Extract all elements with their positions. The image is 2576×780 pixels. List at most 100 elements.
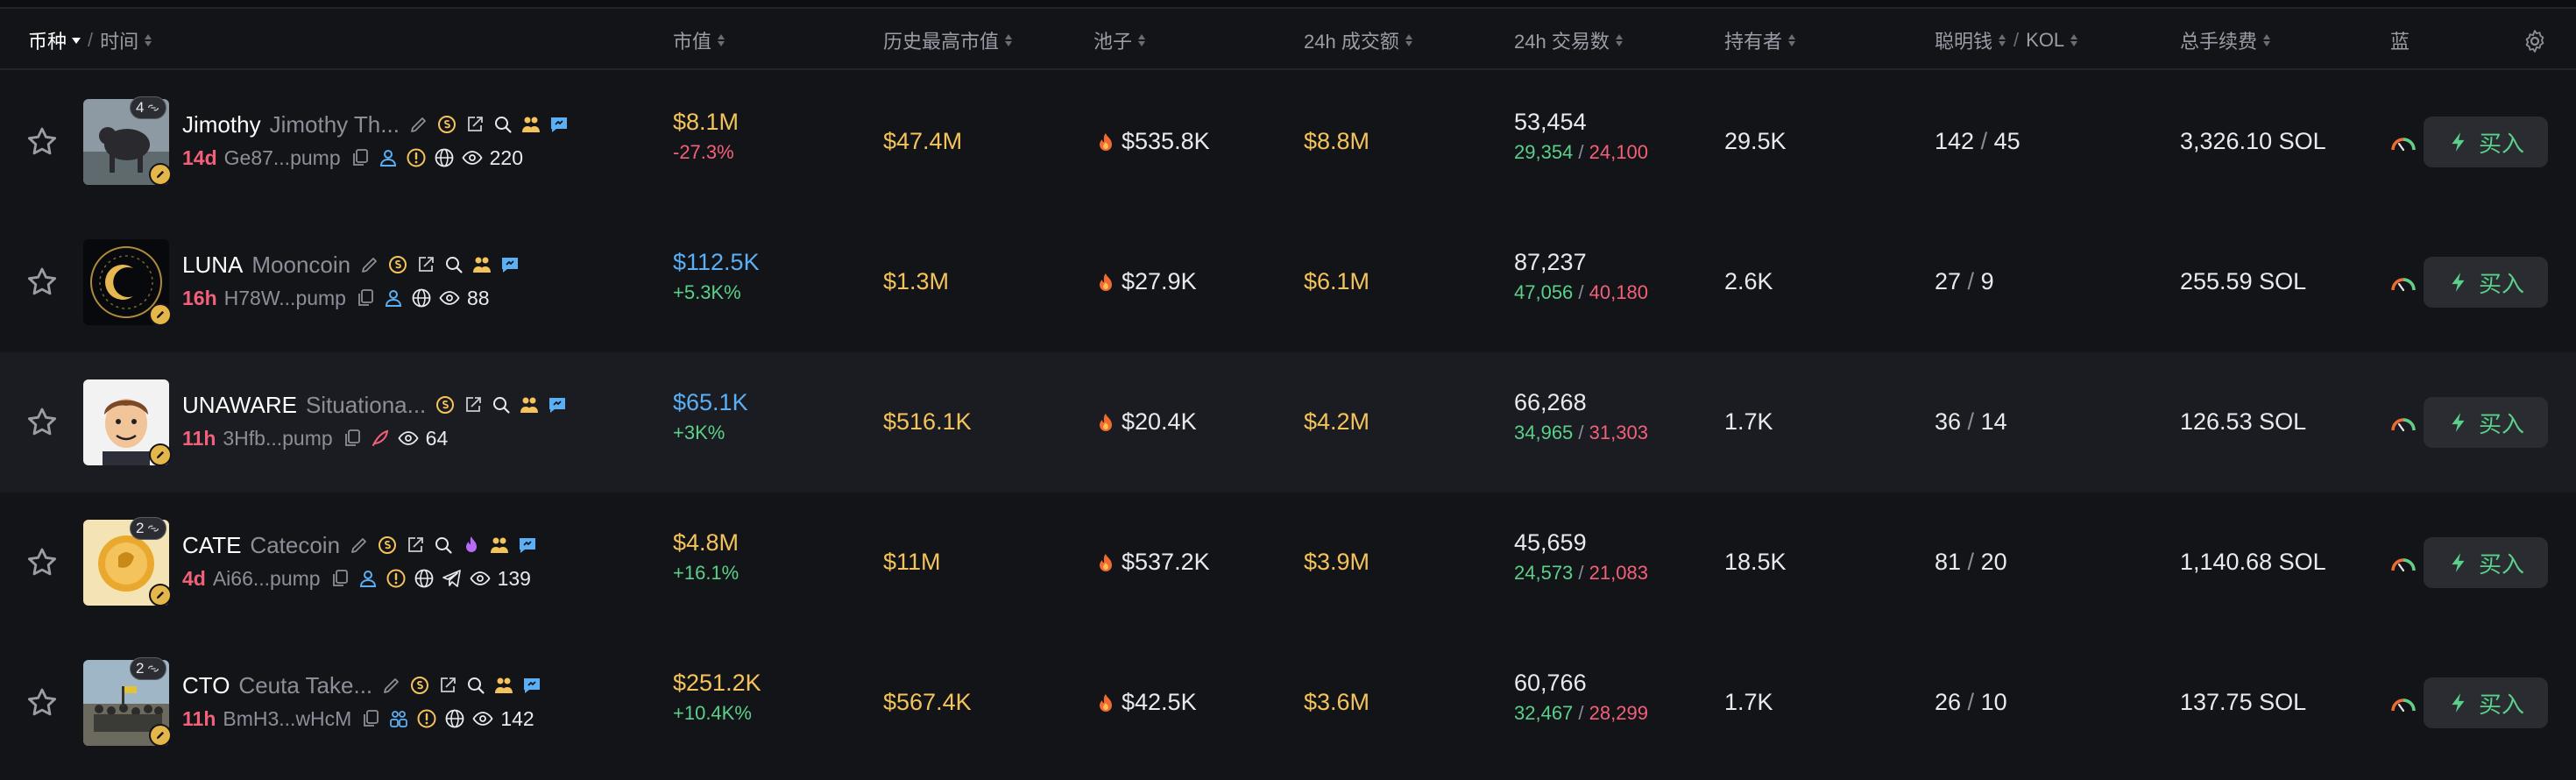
coin-icon[interactable]: [377, 535, 398, 556]
favorite-star-icon[interactable]: [25, 124, 60, 160]
share-icon[interactable]: [464, 114, 485, 135]
search-icon[interactable]: [492, 114, 513, 135]
globe-icon[interactable]: [414, 568, 435, 589]
buy-button[interactable]: 买入: [2424, 117, 2548, 167]
coin-icon[interactable]: [409, 675, 430, 696]
share-icon[interactable]: [437, 675, 458, 696]
token-row[interactable]: 4 Jimothy Jimothy Th... 14d Ge87...pump …: [0, 72, 2576, 212]
pencil-icon[interactable]: [349, 535, 370, 556]
sort-icon[interactable]: [2070, 32, 2078, 48]
copy-icon[interactable]: [342, 428, 363, 449]
search-icon[interactable]: [443, 254, 464, 275]
chat-icon[interactable]: [547, 394, 568, 415]
coin-icon[interactable]: [387, 254, 408, 275]
copy-icon[interactable]: [360, 708, 381, 729]
pencil-icon[interactable]: [359, 254, 380, 275]
search-icon[interactable]: [465, 675, 486, 696]
edit-badge-icon[interactable]: [149, 584, 172, 606]
coin-icon[interactable]: [435, 394, 456, 415]
copy-icon[interactable]: [355, 287, 376, 308]
edit-badge-icon[interactable]: [149, 303, 172, 326]
alert-icon[interactable]: [406, 147, 427, 168]
header-pool[interactable]: 池子: [1093, 11, 1146, 70]
buy-button[interactable]: 买入: [2424, 677, 2548, 728]
feather-icon[interactable]: [370, 428, 391, 449]
pencil-icon[interactable]: [381, 675, 402, 696]
token-name[interactable]: Situationa...: [306, 392, 426, 419]
people-icon[interactable]: [519, 394, 540, 415]
token-name[interactable]: Jimothy Th...: [270, 111, 400, 138]
people-icon[interactable]: [520, 114, 541, 135]
search-icon[interactable]: [491, 394, 512, 415]
header-txns[interactable]: 24h 交易数: [1514, 11, 1624, 70]
token-address[interactable]: Ge87...pump: [224, 146, 341, 170]
alert-icon[interactable]: [386, 568, 407, 589]
buy-button[interactable]: 买入: [2424, 537, 2548, 588]
globe-icon[interactable]: [434, 147, 455, 168]
sort-icon[interactable]: [144, 32, 152, 48]
token-row[interactable]: LUNA Mooncoin 16h H78W...pump 88 $112.5K…: [0, 212, 2576, 352]
token-row[interactable]: 2 CATE Catecoin 4d Ai66...pump 139 $4.8M…: [0, 493, 2576, 633]
header-ath[interactable]: 历史最高市值: [883, 11, 1013, 70]
header-bluechip[interactable]: 蓝: [2390, 11, 2418, 70]
favorite-star-icon[interactable]: [25, 685, 60, 720]
user-icon[interactable]: [383, 287, 404, 308]
token-symbol[interactable]: LUNA: [182, 252, 243, 279]
token-name[interactable]: Ceuta Take...: [238, 672, 372, 699]
header-kol-label[interactable]: KOL: [2026, 29, 2064, 52]
token-symbol[interactable]: Jimothy: [182, 111, 261, 138]
header-holders[interactable]: 持有者: [1724, 11, 1796, 70]
people-icon[interactable]: [489, 535, 510, 556]
header-coin[interactable]: 币种: [28, 26, 67, 54]
header-time[interactable]: 时间: [100, 26, 138, 54]
sort-icon[interactable]: [1998, 32, 2006, 48]
copy-icon[interactable]: [329, 568, 350, 589]
token-name[interactable]: Mooncoin: [251, 252, 350, 279]
favorite-star-icon[interactable]: [25, 545, 60, 580]
globe-icon[interactable]: [411, 287, 432, 308]
group-icon[interactable]: [388, 708, 409, 729]
header-total-fees[interactable]: 总手续费: [2180, 11, 2271, 70]
pencil-icon[interactable]: [408, 114, 429, 135]
share-icon[interactable]: [463, 394, 484, 415]
people-icon[interactable]: [493, 675, 514, 696]
people-icon[interactable]: [471, 254, 492, 275]
token-address[interactable]: 3Hfb...pump: [223, 427, 332, 450]
chat-icon[interactable]: [548, 114, 570, 135]
chat-icon[interactable]: [499, 254, 520, 275]
coin-icon[interactable]: [436, 114, 457, 135]
token-address[interactable]: Ai66...pump: [213, 567, 321, 591]
buy-button[interactable]: 买入: [2424, 257, 2548, 308]
chat-icon[interactable]: [521, 675, 542, 696]
header-market-cap[interactable]: 市值: [673, 11, 725, 70]
search-icon[interactable]: [433, 535, 454, 556]
telegram-icon[interactable]: [442, 568, 463, 589]
token-name[interactable]: Catecoin: [250, 532, 340, 559]
edit-badge-icon[interactable]: [149, 724, 172, 747]
token-address[interactable]: H78W...pump: [224, 287, 346, 310]
alert-icon[interactable]: [416, 708, 437, 729]
favorite-star-icon[interactable]: [25, 265, 60, 300]
coin-dropdown-icon[interactable]: [72, 37, 81, 44]
share-icon[interactable]: [405, 535, 426, 556]
favorite-star-icon[interactable]: [25, 405, 60, 440]
token-symbol[interactable]: CATE: [182, 532, 241, 559]
user-icon[interactable]: [357, 568, 379, 589]
header-volume[interactable]: 24h 成交额: [1304, 11, 1413, 70]
token-symbol[interactable]: CTO: [182, 672, 230, 699]
token-address[interactable]: BmH3...wHcM: [223, 707, 351, 731]
edit-badge-icon[interactable]: [149, 163, 172, 186]
token-row[interactable]: 2 CTO Ceuta Take... 11h BmH3...wHcM 142 …: [0, 633, 2576, 773]
edit-badge-icon[interactable]: [149, 443, 172, 466]
globe-icon[interactable]: [444, 708, 465, 729]
token-row[interactable]: UNAWARE Situationa... 11h 3Hfb...pump 64…: [0, 352, 2576, 493]
header-smart-label[interactable]: 聪明钱: [1935, 26, 1992, 54]
copy-icon[interactable]: [350, 147, 371, 168]
chat-icon[interactable]: [517, 535, 538, 556]
share-icon[interactable]: [415, 254, 436, 275]
flame-icon[interactable]: [461, 535, 482, 556]
user-icon[interactable]: [378, 147, 399, 168]
buy-button[interactable]: 买入: [2424, 397, 2548, 448]
token-symbol[interactable]: UNAWARE: [182, 392, 297, 419]
settings-gear-icon[interactable]: [2522, 28, 2548, 54]
